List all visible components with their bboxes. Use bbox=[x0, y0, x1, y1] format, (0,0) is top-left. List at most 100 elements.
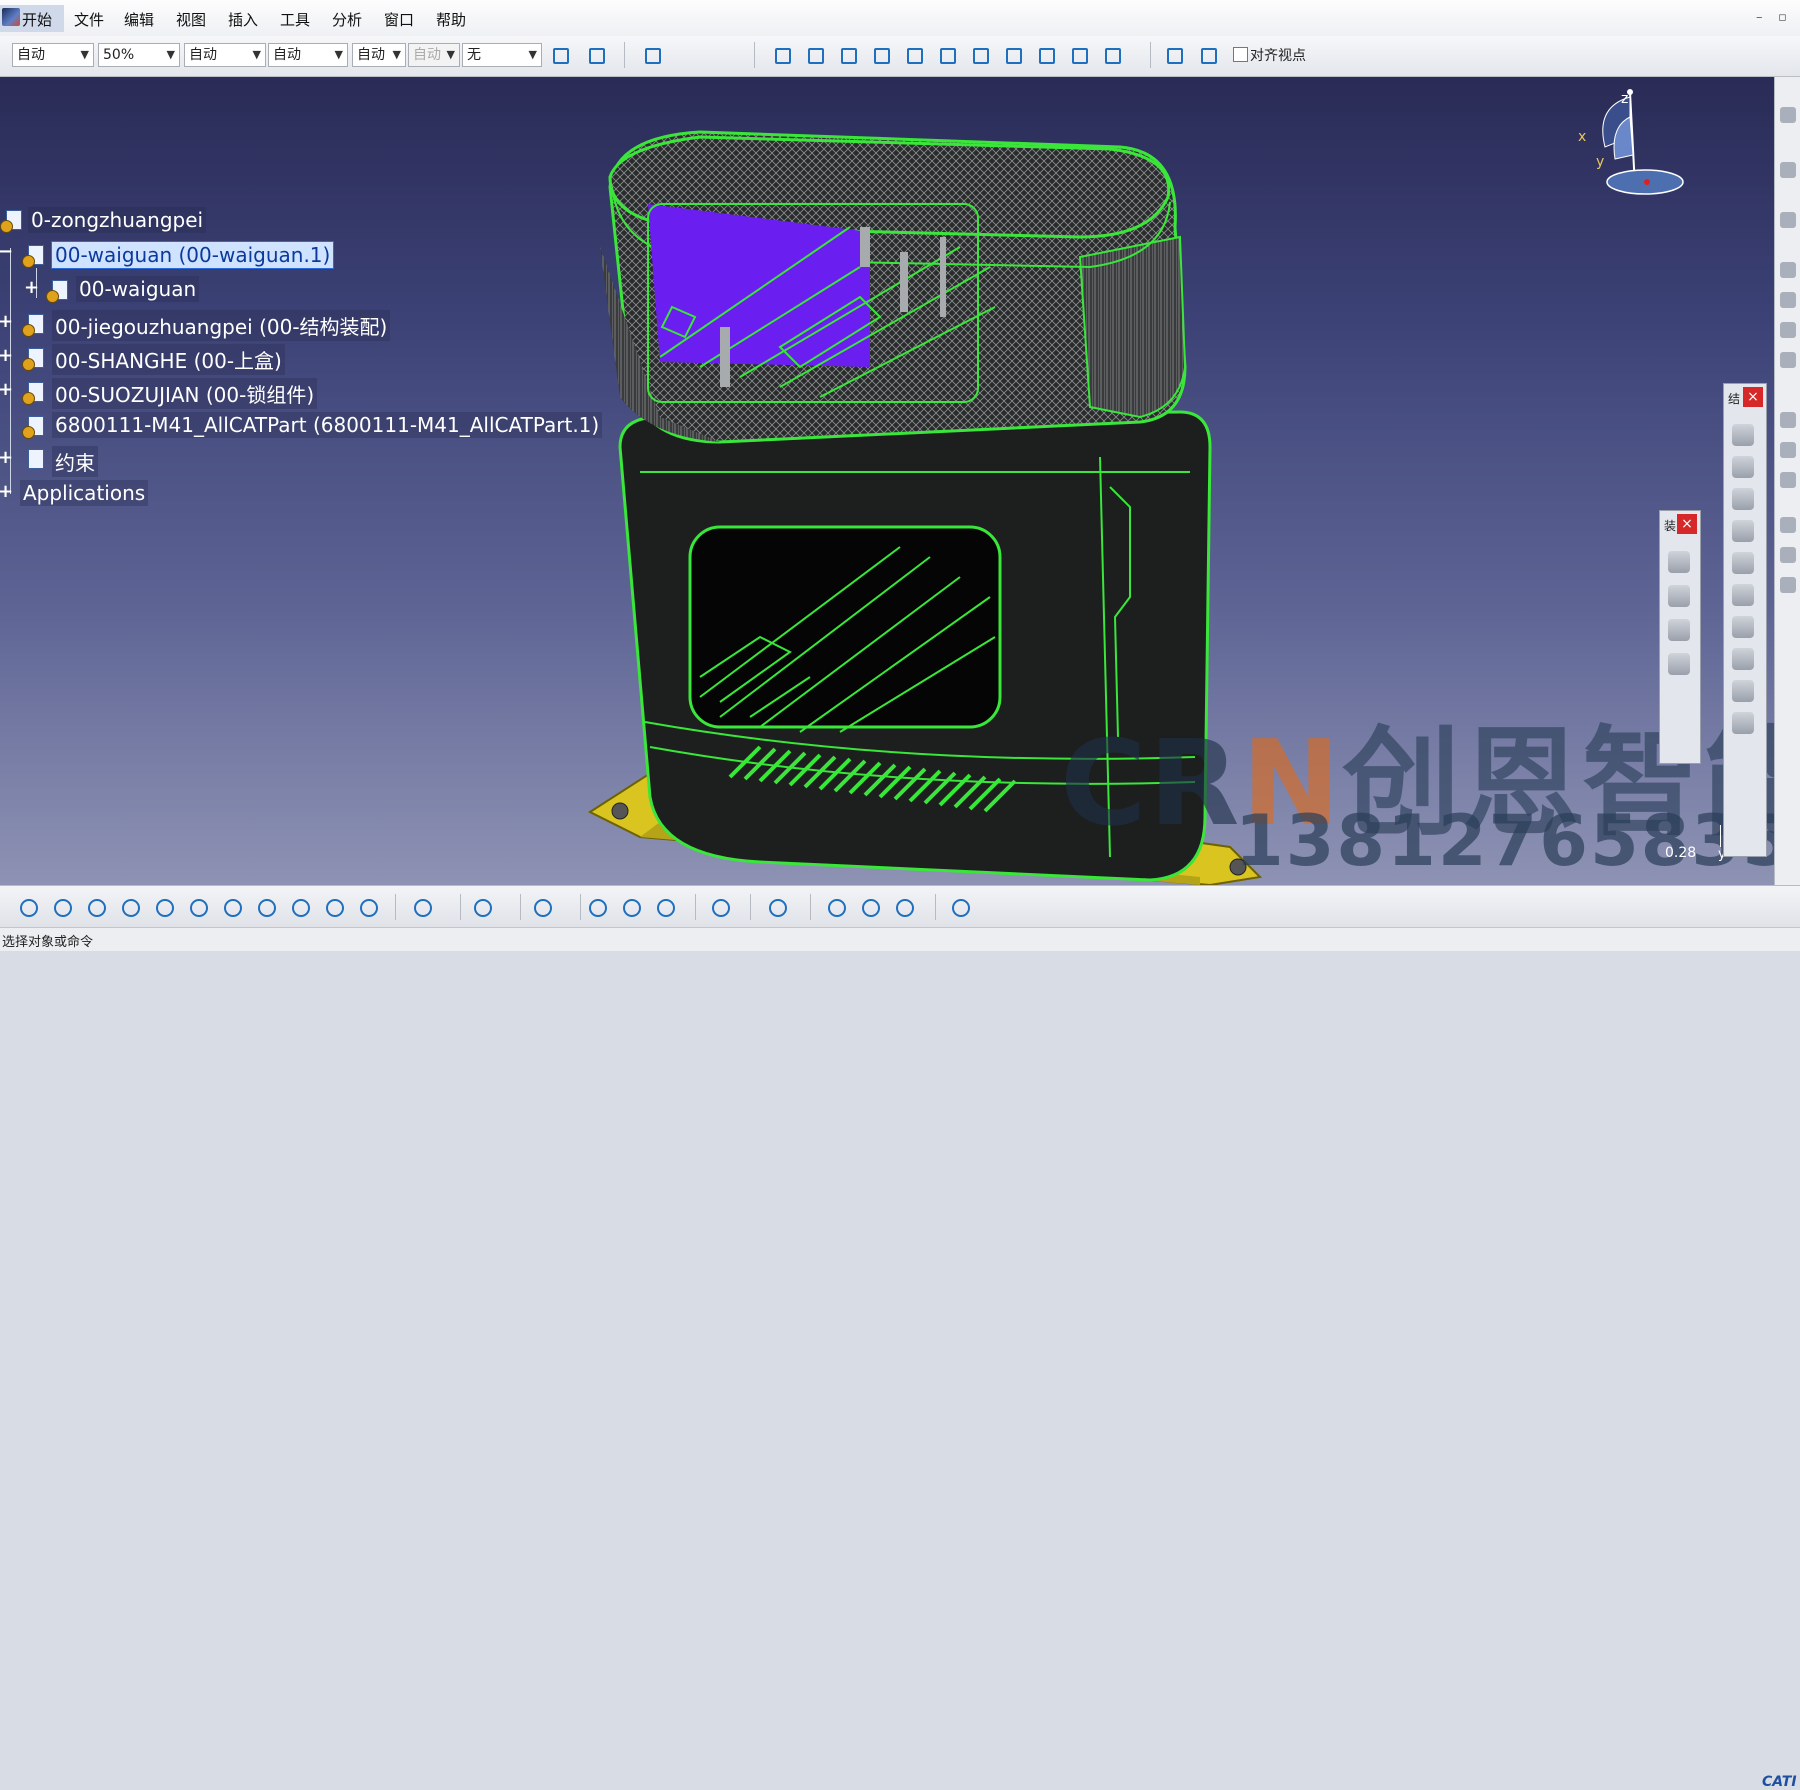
palette-tool-icon[interactable] bbox=[1668, 585, 1690, 607]
toolbar-icon[interactable] bbox=[1780, 212, 1796, 228]
fit-all-icon[interactable] bbox=[50, 895, 74, 919]
toolbar-icon[interactable] bbox=[1780, 352, 1796, 368]
update-icon[interactable] bbox=[1100, 43, 1124, 67]
tree-toggle-icon[interactable] bbox=[410, 895, 434, 919]
palette-tool-icon[interactable] bbox=[1732, 712, 1754, 734]
tree-node-suozujian[interactable]: 00-SUOZUJIAN (00-锁组件) bbox=[52, 378, 318, 409]
zoom-in-icon[interactable] bbox=[152, 895, 176, 919]
align-viewpoint-checkbox[interactable] bbox=[1233, 47, 1248, 62]
zoom-out-icon[interactable] bbox=[186, 895, 210, 919]
palette-tool-icon[interactable] bbox=[1732, 680, 1754, 702]
close-icon[interactable]: × bbox=[1677, 514, 1697, 534]
iso-view-icon[interactable] bbox=[254, 895, 278, 919]
toolbar-icon[interactable] bbox=[1780, 577, 1796, 593]
lineweight-combo[interactable]: 自动 ▼ bbox=[268, 43, 348, 67]
color-combo[interactable]: 自动 ▼ bbox=[12, 43, 94, 67]
catalog-icon[interactable] bbox=[530, 895, 554, 919]
compass-icon[interactable] bbox=[1575, 87, 1695, 207]
toolbar-icon[interactable] bbox=[1780, 412, 1796, 428]
collapse-icon[interactable]: − bbox=[0, 241, 13, 262]
palette-tool-icon[interactable] bbox=[1732, 616, 1754, 638]
measure-between-icon[interactable] bbox=[585, 895, 609, 919]
expand-icon[interactable]: + bbox=[0, 481, 13, 502]
toolbar-icon[interactable] bbox=[1780, 472, 1796, 488]
restore-icon[interactable]: ▫ bbox=[1778, 10, 1787, 25]
palette-tool-icon[interactable] bbox=[1732, 520, 1754, 542]
menu-analysis[interactable]: 分析 bbox=[332, 9, 362, 30]
transparency-combo[interactable]: 50% ▼ bbox=[98, 43, 180, 67]
tree-node-constraints[interactable]: 约束 bbox=[52, 446, 98, 477]
normal-view-icon[interactable] bbox=[220, 895, 244, 919]
menu-tools[interactable]: 工具 bbox=[280, 9, 310, 30]
palette-tool-icon[interactable] bbox=[1732, 648, 1754, 670]
swap-space-icon[interactable] bbox=[356, 895, 380, 919]
palette-tool-icon[interactable] bbox=[1732, 456, 1754, 478]
tree-root[interactable]: 0-zongzhuangpei bbox=[28, 207, 207, 233]
toolbar-icon[interactable] bbox=[1780, 517, 1796, 533]
circle-arrow-icon[interactable] bbox=[708, 895, 732, 919]
camera-icon[interactable] bbox=[470, 895, 494, 919]
render-icon[interactable] bbox=[892, 895, 916, 919]
apply-material-icon[interactable] bbox=[824, 895, 848, 919]
render-style-icon[interactable] bbox=[288, 895, 312, 919]
rotate-icon[interactable] bbox=[118, 895, 142, 919]
assembly-tools-icon[interactable] bbox=[640, 43, 664, 67]
minimize-icon[interactable]: – bbox=[1756, 10, 1763, 25]
palette-tool-icon[interactable] bbox=[1732, 584, 1754, 606]
menu-help[interactable]: 帮助 bbox=[436, 9, 466, 30]
toolbar-icon[interactable] bbox=[1780, 547, 1796, 563]
pan-icon[interactable] bbox=[84, 895, 108, 919]
fly-mode-icon[interactable] bbox=[16, 895, 40, 919]
close-icon[interactable]: × bbox=[1743, 387, 1763, 407]
expand-icon[interactable]: + bbox=[0, 379, 13, 400]
menu-edit[interactable]: 编辑 bbox=[124, 9, 154, 30]
palette-tool-icon[interactable] bbox=[1668, 619, 1690, 641]
3d-viewport[interactable]: 0-zongzhuangpei − 00-waiguan (00-waiguan… bbox=[0, 77, 1774, 885]
toolbar-icon[interactable] bbox=[1780, 162, 1796, 178]
toolbar-icon[interactable] bbox=[1780, 322, 1796, 338]
toolbar-icon[interactable] bbox=[1780, 292, 1796, 308]
tree-node-allcatpart[interactable]: 6800111-M41_AllCATPart (6800111-M41_AllC… bbox=[52, 412, 603, 438]
palette-tool-icon[interactable] bbox=[1732, 488, 1754, 510]
menu-view[interactable]: 视图 bbox=[176, 9, 206, 30]
constraint-contact-icon[interactable] bbox=[803, 43, 827, 67]
menu-start[interactable]: 开始 bbox=[22, 9, 52, 30]
point-combo[interactable]: 自动 ▼ bbox=[352, 43, 406, 67]
tree-node-waiguan-part[interactable]: 00-waiguan bbox=[76, 276, 200, 302]
hide-show-icon[interactable] bbox=[322, 895, 346, 919]
expand-icon[interactable]: + bbox=[0, 345, 13, 366]
fix-together-icon[interactable] bbox=[935, 43, 959, 67]
tree-node-applications[interactable]: Applications bbox=[20, 480, 149, 506]
layer-icon[interactable] bbox=[765, 895, 789, 919]
menu-window[interactable]: 窗口 bbox=[384, 9, 414, 30]
palette-tool-icon[interactable] bbox=[1668, 551, 1690, 573]
tree-node-shanghe[interactable]: 00-SHANGHE (00-上盒) bbox=[52, 344, 285, 375]
menu-file[interactable]: 文件 bbox=[74, 9, 104, 30]
measure-inertia-icon[interactable] bbox=[653, 895, 677, 919]
expand-icon[interactable]: + bbox=[0, 447, 13, 468]
palette-tool-icon[interactable] bbox=[1732, 424, 1754, 446]
tree-node-jiegou[interactable]: 00-jiegouzhuangpei (00-结构装配) bbox=[52, 310, 391, 341]
magic-wand-icon[interactable] bbox=[584, 43, 608, 67]
quick-constraint-icon[interactable] bbox=[968, 43, 992, 67]
constraint-coincidence-icon[interactable] bbox=[770, 43, 794, 67]
grid-icon[interactable] bbox=[948, 895, 972, 919]
linetype-combo[interactable]: 自动 ▼ bbox=[184, 43, 266, 67]
constraint-offset-icon[interactable] bbox=[836, 43, 860, 67]
change-constraint-icon[interactable] bbox=[1034, 43, 1058, 67]
paintbrush-icon[interactable] bbox=[548, 43, 572, 67]
material-library-icon[interactable] bbox=[858, 895, 882, 919]
toolbar-icon[interactable] bbox=[1780, 107, 1796, 123]
menu-insert[interactable]: 插入 bbox=[228, 9, 258, 30]
measure-item-icon[interactable] bbox=[619, 895, 643, 919]
snap-icon[interactable] bbox=[1196, 43, 1220, 67]
toolbar-icon[interactable] bbox=[1780, 442, 1796, 458]
palette-tool-icon[interactable] bbox=[1668, 653, 1690, 675]
toolbar-icon[interactable] bbox=[1780, 262, 1796, 278]
palette-tool-icon[interactable] bbox=[1732, 552, 1754, 574]
constraint-angle-icon[interactable] bbox=[869, 43, 893, 67]
reuse-pattern-icon[interactable] bbox=[1067, 43, 1091, 67]
expand-icon[interactable]: + bbox=[0, 311, 13, 332]
fix-component-icon[interactable] bbox=[902, 43, 926, 67]
expand-icon[interactable]: + bbox=[24, 277, 39, 298]
